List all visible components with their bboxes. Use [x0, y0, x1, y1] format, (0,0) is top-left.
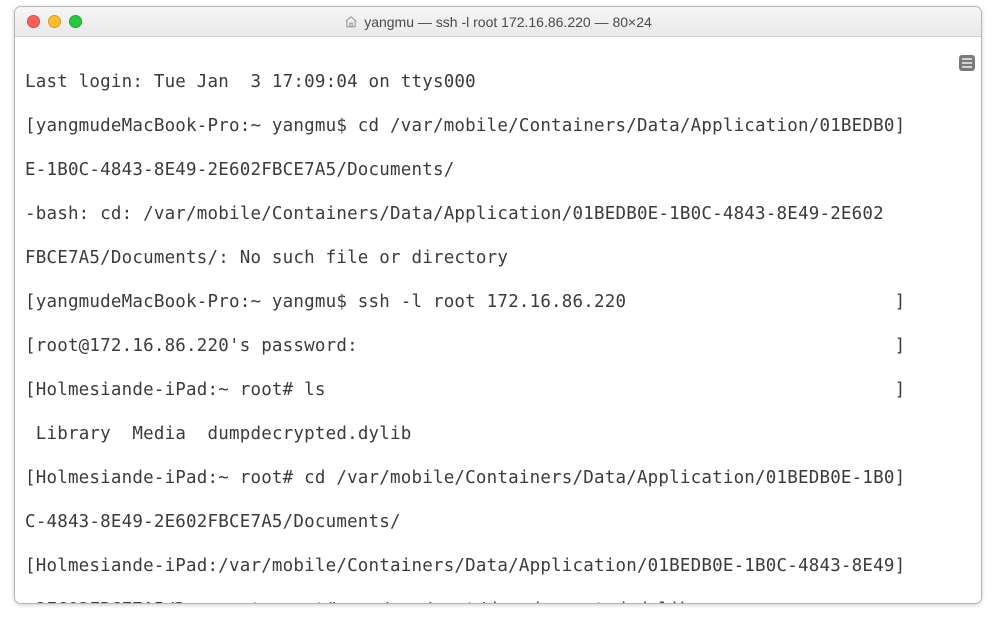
terminal-line: Last login: Tue Jan 3 17:09:04 on ttys00… [25, 71, 973, 93]
terminal-line: [yangmudeMacBook-Pro:~ yangmu$ cd /var/m… [25, 115, 973, 137]
terminal-output[interactable]: Last login: Tue Jan 3 17:09:04 on ttys00… [15, 37, 981, 604]
terminal-line: Library Media dumpdecrypted.dylib [25, 423, 973, 445]
terminal-line: -2E602FBCE7A5/Documents root# cp /var/ro… [25, 599, 973, 604]
minimize-button[interactable] [48, 15, 61, 28]
titlebar[interactable]: yangmu — ssh -l root 172.16.86.220 — 80×… [15, 7, 981, 37]
zoom-button[interactable] [69, 15, 82, 28]
terminal-line: FBCE7A5/Documents/: No such file or dire… [25, 247, 973, 269]
terminal-line: [Holmesiande-iPad:~ root# cd /var/mobile… [25, 467, 973, 489]
terminal-line: [Holmesiande-iPad:~ root# ls ] [25, 379, 973, 401]
terminal-line: -bash: cd: /var/mobile/Containers/Data/A… [25, 203, 973, 225]
terminal-line: [yangmudeMacBook-Pro:~ yangmu$ ssh -l ro… [25, 291, 973, 313]
terminal-window: yangmu — ssh -l root 172.16.86.220 — 80×… [14, 6, 982, 604]
terminal-area[interactable]: Last login: Tue Jan 3 17:09:04 on ttys00… [15, 37, 981, 603]
terminal-line: C-4843-8E49-2E602FBCE7A5/Documents/ [25, 511, 973, 533]
window-title-text: yangmu — ssh -l root 172.16.86.220 — 80×… [364, 14, 652, 30]
close-button[interactable] [27, 15, 40, 28]
terminal-line: [Holmesiande-iPad:/var/mobile/Containers… [25, 555, 973, 577]
scrollbar-indicator[interactable] [959, 55, 975, 71]
terminal-line: E-1B0C-4843-8E49-2E602FBCE7A5/Documents/ [25, 159, 973, 181]
home-icon [344, 15, 358, 29]
window-title: yangmu — ssh -l root 172.16.86.220 — 80×… [15, 14, 981, 30]
terminal-line: [root@172.16.86.220's password: ] [25, 335, 973, 357]
traffic-lights [15, 15, 82, 28]
